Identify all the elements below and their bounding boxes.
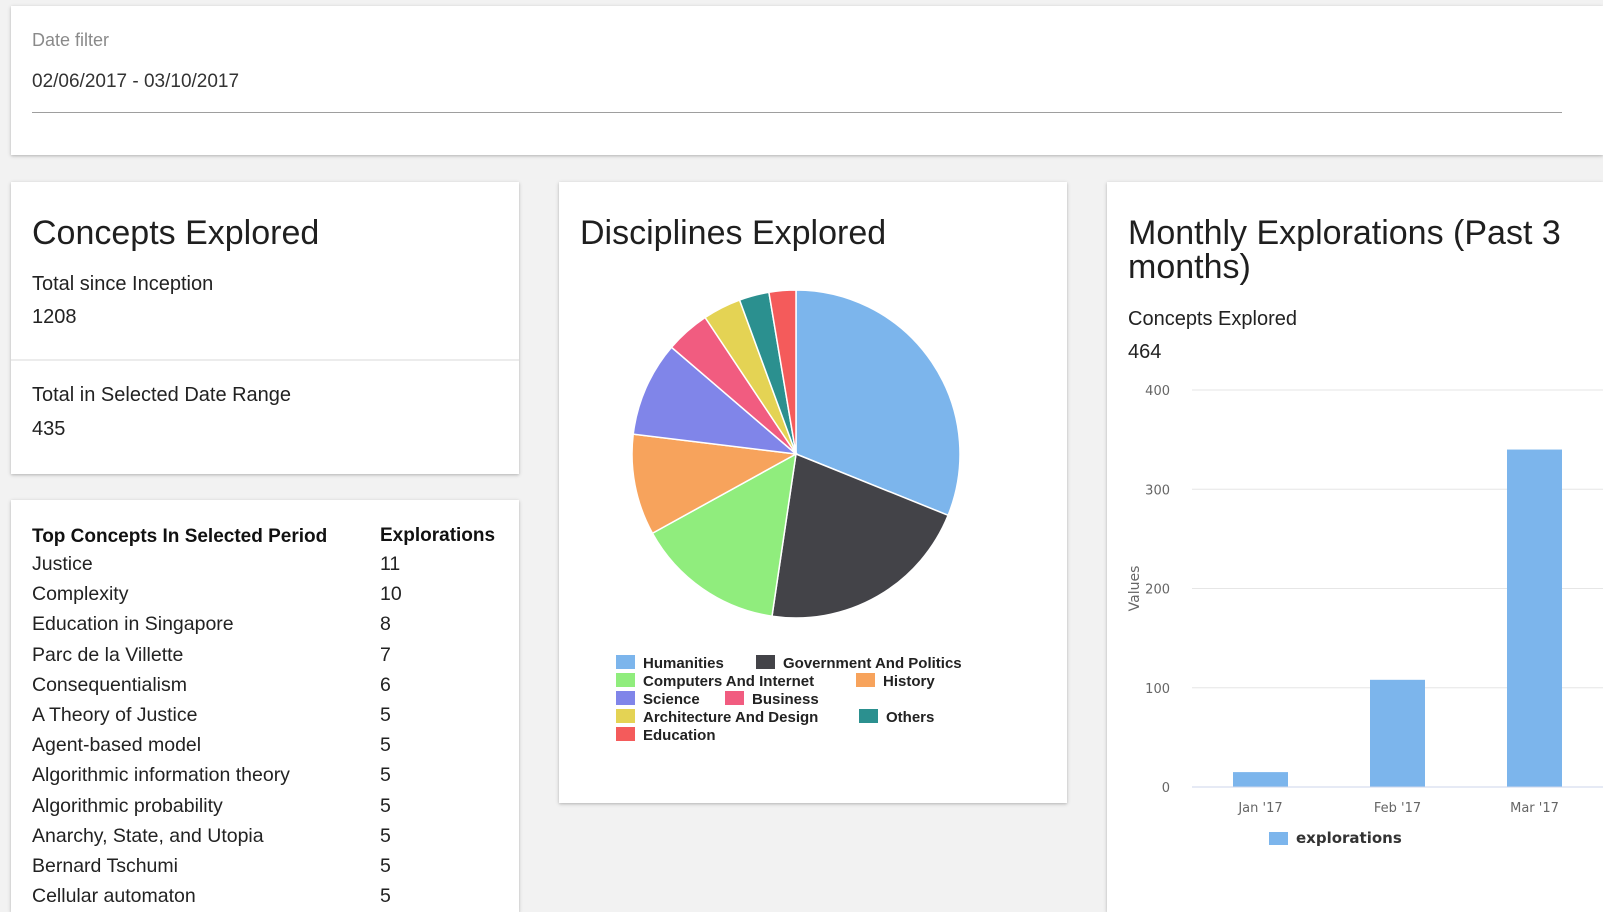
concept-name: Parc de la Villette [32, 643, 184, 666]
legend-item[interactable]: Science [616, 691, 700, 708]
table-row: Agent-based model 5 [32, 734, 502, 764]
y-tick-label: 300 [1145, 483, 1170, 498]
legend-item[interactable]: Education [616, 727, 716, 744]
total-since-inception-value: 1208 [32, 306, 77, 328]
date-filter-input[interactable]: 02/06/2017 - 03/10/2017 [32, 71, 239, 93]
concept-count: 5 [380, 885, 391, 908]
concept-count: 5 [380, 734, 391, 757]
top-concepts-header: Top Concepts In Selected Period [32, 526, 328, 547]
legend-swatch [616, 655, 635, 669]
concept-name: A Theory of Justice [32, 704, 198, 726]
concept-name: Complexity [32, 583, 129, 606]
concept-name: Consequentialism [32, 673, 188, 696]
disciplines-explored-card: Disciplines Explored Humanities Governmen… [559, 182, 1067, 803]
concept-count: 5 [380, 764, 391, 787]
legend-item[interactable]: Business [725, 691, 819, 708]
legend-swatch [859, 709, 878, 723]
concept-count: 5 [380, 794, 391, 817]
legend-swatch [756, 655, 775, 669]
legend-label: History [883, 673, 935, 690]
legend-label: Business [752, 691, 819, 708]
table-row: Cellular automaton 5 [32, 885, 502, 912]
legend-label: Others [886, 709, 935, 726]
bar [1507, 449, 1562, 787]
concept-count: 5 [380, 855, 391, 877]
top-concepts-card: Top Concepts In Selected Period Explorat… [11, 500, 519, 912]
legend-label: explorations [1296, 829, 1402, 847]
concept-count: 5 [380, 704, 391, 726]
legend-item[interactable]: Architecture And Design [616, 709, 818, 726]
concept-name: Agent-based model [32, 734, 202, 757]
legend-swatch [725, 691, 744, 705]
y-axis-label: Values [1127, 566, 1143, 612]
y-tick-label: 0 [1162, 781, 1170, 796]
concepts-explored-card: Concepts Explored Total since Inception … [11, 182, 519, 474]
table-row: Complexity 10 [32, 583, 502, 613]
concept-name: Cellular automaton [32, 885, 196, 908]
table-row: Anarchy, State, and Utopia 5 [32, 825, 502, 855]
legend-item[interactable]: Humanities [616, 655, 724, 672]
legend-swatch [616, 727, 635, 741]
table-row: Parc de la Villette 7 [32, 644, 502, 674]
concept-name: Bernard Tschumi [32, 855, 178, 877]
legend-label: Education [643, 727, 716, 744]
legend-label: Government And Politics [783, 655, 962, 672]
concept-name: Education in Singapore [32, 613, 234, 636]
legend-swatch [856, 673, 875, 687]
table-row: A Theory of Justice 5 [32, 704, 502, 734]
legend-item[interactable]: Government And Politics [756, 655, 962, 672]
date-filter-underline [32, 112, 1562, 113]
concept-count: 7 [380, 643, 391, 666]
legend-swatch [616, 709, 635, 723]
x-tick-label: Mar '17 [1510, 801, 1559, 816]
date-filter-label: Date filter [32, 30, 110, 50]
concepts-explored-title: Concepts Explored [32, 214, 320, 252]
concept-count: 8 [380, 613, 391, 636]
explorations-header: Explorations [380, 525, 496, 546]
card-divider [11, 359, 519, 361]
table-row: Algorithmic probability 5 [32, 795, 502, 825]
total-in-range-value: 435 [32, 418, 66, 440]
y-tick-label: 200 [1145, 583, 1170, 598]
table-row: Justice 11 [32, 553, 502, 583]
table-row: Consequentialism 6 [32, 674, 502, 704]
table-row: Education in Singapore 8 [32, 613, 502, 643]
x-tick-label: Feb '17 [1374, 801, 1421, 816]
total-since-inception-label: Total since Inception [32, 273, 214, 295]
legend-swatch [616, 691, 635, 705]
concept-count: 11 [380, 553, 401, 575]
monthly-explorations-card: Monthly Explorations (Past 3 months) Con… [1107, 182, 1603, 912]
bar [1370, 679, 1425, 787]
x-tick-label: Jan '17 [1237, 801, 1282, 816]
table-row: Bernard Tschumi 5 [32, 855, 502, 885]
concept-count: 6 [380, 673, 391, 696]
legend-label: Architecture And Design [643, 709, 819, 726]
legend-swatch [1269, 832, 1288, 845]
concept-name: Justice [32, 553, 93, 575]
y-tick-label: 400 [1145, 384, 1170, 399]
legend-label: Science [643, 691, 700, 708]
table-row: Algorithmic information theory 5 [32, 764, 502, 794]
y-tick-label: 100 [1145, 682, 1170, 697]
concept-name: Algorithmic probability [32, 794, 223, 817]
date-filter-card: Date filter 02/06/2017 - 03/10/2017 [11, 6, 1603, 155]
legend-item[interactable]: Others [859, 709, 934, 726]
legend-item[interactable]: History [856, 673, 935, 690]
concept-name: Anarchy, State, and Utopia [32, 824, 264, 847]
bar [1233, 772, 1288, 787]
concept-count: 10 [380, 583, 402, 606]
monthly-bar-chart: 0 100 200 300 400 Values Jan '17 Feb '17 Mar '17… [1127, 384, 1603, 847]
legend-item[interactable]: Computers And Internet [616, 673, 814, 690]
legend-swatch [616, 673, 635, 687]
concept-count: 5 [380, 824, 391, 847]
legend-label: Humanities [643, 655, 724, 672]
total-in-range-label: Total in Selected Date Range [32, 384, 292, 406]
concept-name: Algorithmic information theory [32, 764, 290, 787]
legend-label: Computers And Internet [643, 673, 815, 690]
